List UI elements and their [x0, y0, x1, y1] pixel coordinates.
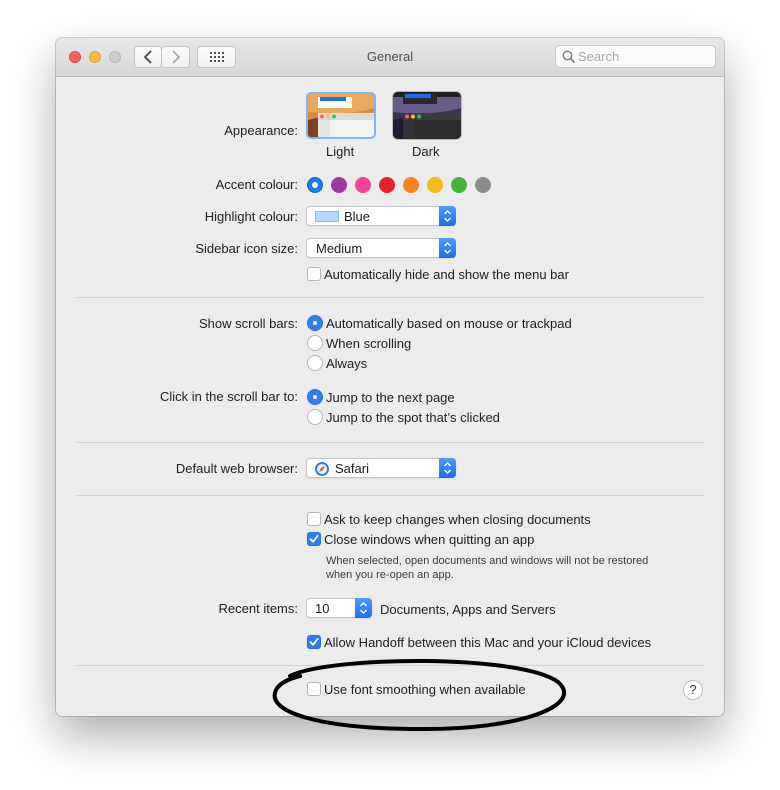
preferences-window: General Appearance: Light [56, 38, 724, 716]
appearance-dark-label: Dark [412, 144, 440, 159]
accent-graphite-swatch[interactable] [475, 177, 491, 193]
handoff-label: Allow Handoff between this Mac and your … [324, 635, 652, 650]
help-button[interactable]: ? [683, 680, 703, 700]
close-windows-checkbox[interactable] [307, 532, 321, 546]
ask-keep-changes-label: Ask to keep changes when closing documen… [324, 512, 591, 527]
highlight-colour-value: Blue [344, 209, 371, 224]
dark-appearance-thumbnail [393, 92, 461, 139]
sidebar-icon-size-value: Medium [316, 241, 363, 256]
default-browser-popup[interactable]: Safari [306, 458, 456, 478]
sidebar-icon-size-label: Sidebar icon size: [195, 241, 298, 256]
recent-items-label: Recent items: [218, 601, 298, 616]
accent-purple-swatch[interactable] [331, 177, 347, 193]
popup-arrows-icon [355, 598, 372, 618]
appearance-light-option[interactable] [306, 92, 376, 139]
search-field[interactable] [555, 45, 716, 68]
popup-arrows-icon [439, 206, 456, 226]
checkmark-icon [309, 535, 319, 543]
recent-items-suffix: Documents, Apps and Servers [380, 602, 556, 617]
accent-colour-label: Accent colour: [215, 177, 298, 192]
accent-blue-swatch[interactable] [307, 177, 323, 193]
scroll-bars-auto-label: Automatically based on mouse or trackpad [326, 316, 572, 331]
appearance-light-label: Light [326, 144, 355, 159]
scroll-bars-auto-radio[interactable] [307, 315, 323, 331]
click-scroll-bar-label: Click in the scroll bar to: [160, 389, 298, 404]
close-windows-label: Close windows when quitting an app [324, 532, 535, 547]
close-windows-note-line1: When selected, open documents and window… [326, 555, 649, 567]
accent-pink-swatch[interactable] [355, 177, 371, 193]
scroll-bars-always-label: Always [326, 356, 368, 371]
click-next-page-label: Jump to the next page [326, 390, 455, 405]
handoff-checkbox[interactable] [307, 635, 321, 649]
checkmark-icon [309, 638, 319, 646]
highlight-colour-popup[interactable]: Blue [306, 206, 456, 226]
click-next-page-radio[interactable] [307, 389, 323, 405]
ask-keep-changes-checkbox[interactable] [307, 512, 321, 526]
close-windows-note-line2: when you re-open an app. [326, 569, 454, 581]
recent-items-value: 10 [315, 601, 330, 616]
font-smoothing-label: Use font smoothing when available [324, 682, 526, 697]
section-divider [76, 495, 704, 496]
appearance-label: Appearance: [224, 123, 298, 138]
default-browser-value: Safari [335, 461, 369, 476]
section-divider [76, 297, 704, 298]
safari-icon [315, 462, 329, 476]
recent-items-stepper[interactable]: 10 [306, 598, 372, 618]
accent-orange-swatch[interactable] [403, 177, 419, 193]
search-input[interactable] [578, 48, 708, 65]
font-smoothing-checkbox[interactable] [307, 682, 321, 696]
popup-arrows-icon [439, 238, 456, 258]
scroll-bars-scrolling-label: When scrolling [326, 336, 412, 351]
section-divider [76, 442, 704, 443]
light-appearance-thumbnail [308, 94, 374, 137]
popup-arrows-icon [439, 458, 456, 478]
menubar-autohide-checkbox[interactable] [307, 267, 321, 281]
accent-yellow-swatch[interactable] [427, 177, 443, 193]
scroll-bars-scrolling-radio[interactable] [307, 335, 323, 351]
search-icon [562, 50, 575, 63]
scroll-bars-always-radio[interactable] [307, 355, 323, 371]
show-scroll-bars-label: Show scroll bars: [199, 316, 298, 331]
click-spot-label: Jump to the spot that’s clicked [326, 410, 500, 425]
accent-red-swatch[interactable] [379, 177, 395, 193]
appearance-dark-option[interactable] [393, 92, 461, 139]
sidebar-icon-size-popup[interactable]: Medium [306, 238, 456, 258]
selected-dot-icon [312, 182, 318, 188]
highlight-swatch [315, 211, 339, 222]
title-bar: General [56, 38, 724, 77]
default-browser-label: Default web browser: [175, 461, 298, 476]
section-divider [76, 665, 704, 666]
menubar-autohide-label: Automatically hide and show the menu bar [324, 267, 569, 282]
accent-green-swatch[interactable] [451, 177, 467, 193]
highlight-colour-label: Highlight colour: [204, 209, 298, 224]
click-spot-radio[interactable] [307, 409, 323, 425]
